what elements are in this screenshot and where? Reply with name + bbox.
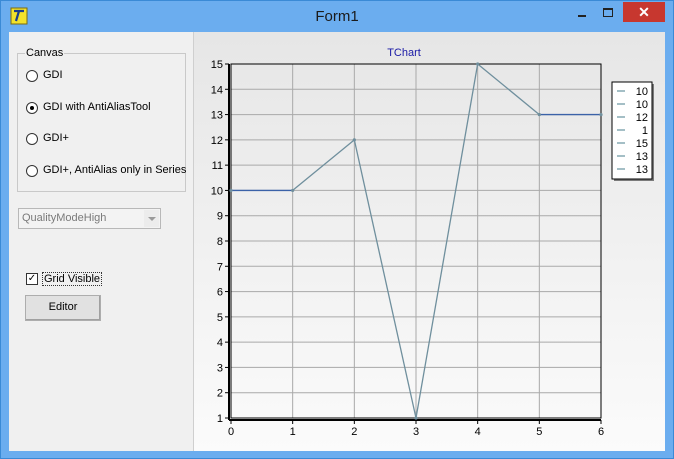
app-window: Form1 ✕ Canvas GDI GDI with AntiAliasToo… [0,0,674,459]
legend-entry: 13 [636,164,648,176]
y-tick-label: 13 [211,110,223,122]
x-tick-label: 3 [413,426,419,438]
radio-circle[interactable] [26,133,38,145]
title-bar[interactable]: Form1 ✕ [1,1,673,32]
series-data-point[interactable] [476,62,480,66]
legend-entry: 15 [636,138,648,150]
y-tick-label: 3 [217,362,223,374]
quality-mode-value: QualityModeHigh [22,212,107,224]
series-data-point[interactable] [599,112,603,117]
series-line-segment[interactable] [353,139,417,419]
grid-visible-checkbox[interactable]: ✓ [26,273,38,285]
series-data-point[interactable] [352,138,356,142]
chart-svg[interactable]: TChart 1234567891011121314150 1 2 3 4 5 6 1010… [194,32,665,451]
series-data-point[interactable] [229,188,233,193]
y-tick-label: 2 [217,388,223,400]
y-tick-label: 11 [212,160,223,172]
y-tick-label: 12 [211,135,223,147]
chevron-down-icon[interactable] [144,210,159,227]
x-tick-label: 0 [228,426,234,438]
y-tick-label: 8 [217,236,223,248]
legend-entry: 10 [636,99,648,111]
client-area: Canvas GDI GDI with AntiAliasTool GDI+ G… [9,32,665,451]
radio-label[interactable]: GDI+, AntiAlias only in Series [43,164,186,176]
grid-visible-label[interactable]: Grid Visible [42,272,103,286]
radio-circle[interactable] [26,165,38,177]
radio-label[interactable]: GDI with AntiAliasTool [43,101,151,113]
y-tick-label: 10 [211,185,223,197]
radio-circle[interactable] [26,102,38,114]
x-tick-label: 2 [351,426,357,438]
quality-mode-select[interactable]: QualityModeHigh [18,208,161,229]
x-tick-label: 1 [290,426,296,438]
y-tick-label: 4 [217,337,223,349]
maximize-button[interactable] [595,5,621,23]
canvas-group-title: Canvas [25,47,65,59]
series-data-point[interactable] [414,416,418,420]
legend-entry: 10 [636,86,648,98]
chart-title: TChart [387,47,421,59]
y-tick-label: 1 [217,413,223,425]
y-tick-label: 14 [211,84,223,96]
canvas-groupbox: Canvas GDI GDI with AntiAliasTool GDI+ G… [17,47,186,192]
series-data-point[interactable] [291,188,295,193]
legend-entry: 1 [642,125,648,137]
radio-label[interactable]: GDI+ [43,132,69,144]
chart-panel[interactable]: TChart 1 2 3 4 5 6 7 8 9 10 11 12 13 14 15 0 1 2 3 4 5 6 10 10… [194,32,665,451]
y-tick-label: 5 [217,312,223,324]
y-tick-label: 9 [217,211,223,223]
x-tick-label: 5 [536,426,542,438]
x-tick-label: 6 [598,426,604,438]
series-data-point[interactable] [537,112,541,117]
x-tick-label: 4 [475,426,481,438]
radio-label[interactable]: GDI [43,69,63,81]
y-tick-label: 15 [211,59,223,71]
legend-entry: 13 [636,151,648,163]
legend-entry: 12 [636,112,648,124]
y-tick-label: 7 [217,261,223,273]
editor-button[interactable]: Editor [25,295,101,321]
radio-circle[interactable] [26,70,38,82]
minimize-button[interactable] [569,5,595,23]
close-button[interactable]: ✕ [623,2,665,22]
y-tick-label: 6 [217,287,223,299]
